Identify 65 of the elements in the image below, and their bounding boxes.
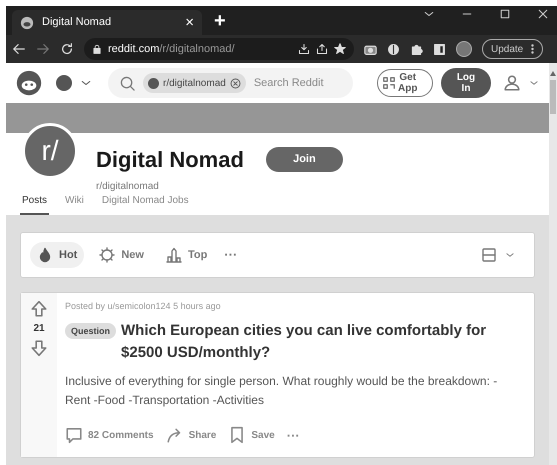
flame-icon (37, 247, 53, 263)
close-icon (537, 8, 549, 20)
sort-button[interactable]: New (92, 242, 151, 268)
browser-tab[interactable]: Digital Nomad × (12, 10, 202, 35)
puzzle-icon[interactable] (410, 42, 423, 56)
search-field[interactable]: r/digitalnomad Search Reddit (108, 68, 353, 98)
upvote-icon[interactable] (30, 300, 48, 318)
scrollbar[interactable] (549, 63, 557, 465)
post-action[interactable]: Share (166, 426, 216, 444)
chart-up-icon (166, 247, 182, 263)
back-arrow-icon[interactable] (12, 42, 26, 56)
scroll-up-icon[interactable] (550, 71, 556, 76)
forward-arrow-icon[interactable] (36, 42, 50, 56)
flair-tag[interactable]: Question (65, 322, 116, 338)
post-body: Inclusive of everything for single person. What roughly would be the breakdown: -Rent -Food -Transportation -Activities (65, 372, 498, 408)
more-vertical-icon (531, 44, 534, 54)
search-input[interactable]: Search Reddit (254, 74, 334, 92)
sidebar-icon[interactable] (433, 42, 446, 56)
post-action[interactable]: Save (228, 426, 275, 444)
qr-code-icon (382, 76, 396, 90)
alien-logo-icon[interactable] (16, 70, 42, 96)
community-tab[interactable]: Digital Nomad Jobs (100, 193, 191, 215)
login-button[interactable]: Log In (441, 68, 491, 98)
more-options[interactable]: ··· (286, 426, 300, 445)
lock-icon (92, 44, 102, 54)
community-handle: r/digitalnomad (96, 180, 160, 194)
maximize-icon (499, 8, 511, 20)
circle-icon[interactable] (387, 42, 400, 56)
close-icon[interactable] (230, 78, 241, 88)
tab-close[interactable]: × (185, 15, 194, 30)
url-text: reddit.com/r/digitalnomad/ (108, 42, 235, 57)
post-card[interactable] (20, 292, 535, 458)
star-icon (334, 43, 346, 55)
join-button[interactable]: Join (266, 147, 343, 172)
download-icon (298, 43, 310, 55)
more-options[interactable]: ··· (224, 245, 238, 265)
reload-icon[interactable] (60, 42, 74, 56)
new-tab-button[interactable]: + (214, 11, 226, 31)
camera-icon[interactable] (364, 42, 377, 56)
chip-label: r/digitalnomad (163, 76, 226, 90)
sun-icon (99, 247, 116, 263)
downvote-icon[interactable] (30, 339, 48, 357)
sort-button[interactable]: Hot (30, 242, 84, 268)
vote-count: 21 (33, 322, 45, 336)
share-icon (316, 43, 328, 55)
community-title: Digital Nomad (96, 146, 244, 174)
post-title[interactable]: Which European cities you can live comfortably for $2500 USD/monthly? (121, 320, 522, 364)
community-avatar: r/ (22, 123, 78, 179)
community-tab[interactable]: Wiki (63, 193, 86, 215)
community-icon[interactable] (56, 75, 72, 91)
post-action[interactable]: 82 Comments (65, 426, 154, 444)
sort-button[interactable]: Top (158, 242, 214, 268)
search-chip[interactable]: r/digitalnomad (143, 73, 246, 93)
address-field[interactable]: reddit.com/r/digitalnomad/ (84, 38, 354, 60)
user-icon[interactable] (503, 74, 521, 92)
comment-icon (65, 426, 83, 444)
tab-title: Digital Nomad (42, 15, 112, 30)
scroll-thumb[interactable] (550, 80, 556, 114)
search-icon (120, 76, 135, 90)
get-app-button[interactable]: Get App (377, 69, 433, 97)
avatar[interactable] (456, 41, 472, 57)
update-button[interactable]: Update (482, 39, 544, 59)
post-byline: Posted by u/semicolon124 5 hours ago (65, 300, 222, 313)
layout-icon[interactable] (481, 247, 497, 263)
community-icon (148, 78, 159, 88)
